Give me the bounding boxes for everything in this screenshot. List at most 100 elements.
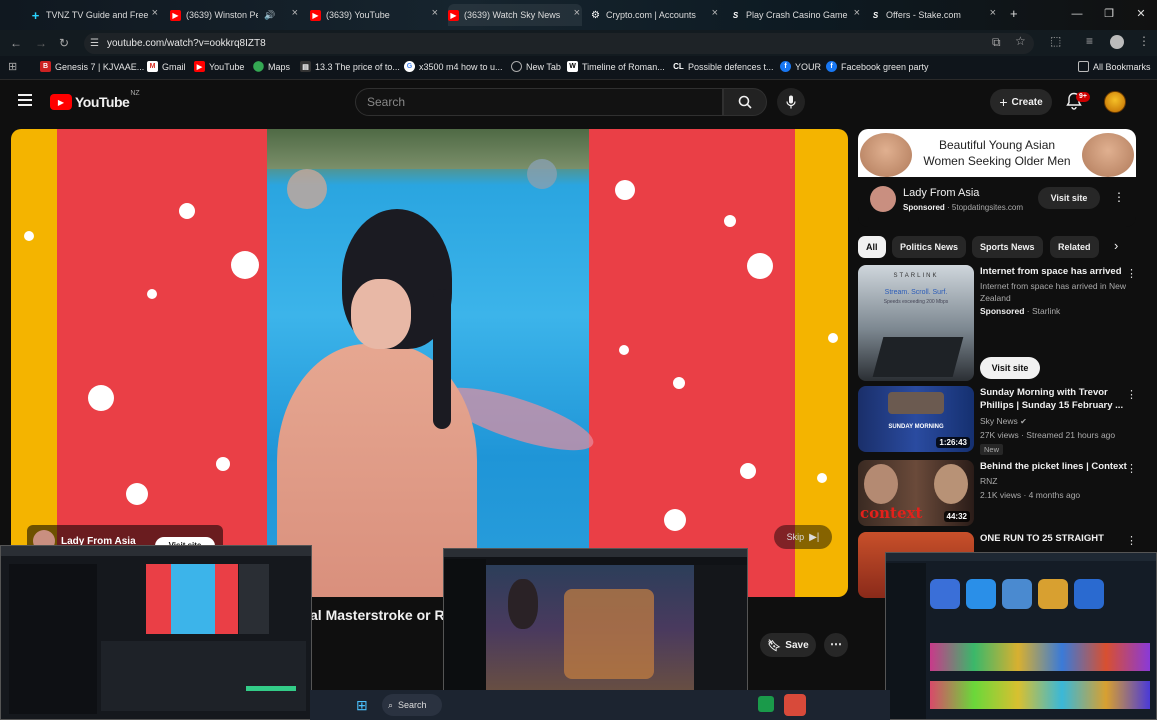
- tab-stake-offers[interactable]: S Offers - Stake.com ×: [870, 4, 998, 26]
- extensions-icon[interactable]: ⬚: [1050, 34, 1061, 48]
- bookmark-price[interactable]: ▤ 13.3 The price of to...: [300, 61, 400, 72]
- all-bookmarks[interactable]: All Bookmarks: [1078, 61, 1151, 72]
- menu-icon[interactable]: ⋮: [1138, 34, 1150, 48]
- chip-all[interactable]: All: [858, 236, 886, 258]
- speaker-icon[interactable]: 🔊: [264, 10, 275, 21]
- chip-related[interactable]: Related: [1050, 236, 1099, 258]
- bookmark-new-tab[interactable]: New Tab: [511, 61, 561, 72]
- chevron-right-icon[interactable]: ›: [1114, 238, 1118, 253]
- bookmark-your[interactable]: f YOUR: [780, 61, 821, 72]
- create-button[interactable]: + Create: [990, 89, 1052, 115]
- video-thumbnail[interactable]: SUNDAY MORNING 1:26:43: [858, 386, 974, 452]
- more-options-icon[interactable]: ⋮: [1126, 462, 1137, 475]
- bookmark-maps[interactable]: ⬤ Maps: [253, 61, 290, 72]
- bookmark-x3500[interactable]: Gx3500 m4 how to u...: [404, 61, 503, 72]
- profile-icon[interactable]: [1110, 35, 1124, 49]
- back-icon[interactable]: ←: [10, 36, 22, 50]
- bookmark-icon: B: [40, 61, 51, 72]
- forward-icon[interactable]: →: [35, 36, 47, 50]
- bookmark-gmail[interactable]: M Gmail: [147, 61, 186, 72]
- wikipedia-icon: W: [567, 61, 578, 72]
- close-tab-icon[interactable]: ×: [152, 7, 158, 19]
- minimize-icon[interactable]: —: [1061, 0, 1093, 30]
- close-tab-icon[interactable]: ×: [432, 7, 438, 19]
- stake-icon: S: [872, 10, 879, 20]
- overlay-stream-window-left: [0, 545, 312, 720]
- bookmark-timeline[interactable]: W Timeline of Roman...: [567, 61, 665, 72]
- bookmark-star-icon[interactable]: ☆: [1015, 34, 1026, 48]
- tab-crypto[interactable]: ⚙ Crypto.com | Accounts ×: [590, 4, 720, 26]
- close-tab-icon[interactable]: ×: [990, 7, 996, 19]
- video-thumbnail[interactable]: context 44:32: [858, 460, 974, 526]
- more-options-icon[interactable]: ⋮: [1126, 534, 1137, 547]
- ad-visit-site-button[interactable]: Visit site: [1038, 187, 1100, 209]
- more-options-icon[interactable]: ⋮: [1126, 388, 1137, 401]
- bookmark-facebook-green[interactable]: f Facebook green party: [826, 61, 929, 72]
- plus-icon: +: [999, 94, 1008, 110]
- taskbar-search[interactable]: ⌕ Search: [382, 694, 442, 716]
- search-input[interactable]: Search: [355, 88, 723, 116]
- tab-tvnz[interactable]: + TVNZ TV Guide and Free ×: [30, 4, 160, 26]
- ad-face-image: [1082, 133, 1134, 177]
- apps-icon[interactable]: ⊞: [8, 60, 17, 73]
- address-bar[interactable]: ☰ youtube.com/watch?v=ookkrq8IZT8: [84, 33, 1034, 54]
- bookmark-youtube[interactable]: ▶ YouTube: [194, 61, 244, 72]
- youtube-play-icon: ▶: [50, 94, 72, 110]
- youtube-icon: ▶: [448, 9, 459, 21]
- close-tab-icon[interactable]: ×: [292, 7, 298, 19]
- windows-start-icon[interactable]: ⊞: [356, 697, 368, 714]
- browser-tab-bar: + TVNZ TV Guide and Free × ▶ (3639) Wins…: [0, 0, 1157, 30]
- reload-icon[interactable]: ↻: [59, 36, 69, 50]
- tab-winston[interactable]: ▶ (3639) Winston Peters 🔊 ×: [170, 4, 300, 26]
- maximize-icon[interactable]: ❐: [1093, 0, 1125, 30]
- window-controls: — ❐ ✕: [1061, 0, 1157, 30]
- sidebar-ad-card[interactable]: Beautiful Young Asian Women Seeking Olde…: [858, 129, 1136, 227]
- hamburger-menu-icon[interactable]: [18, 94, 32, 106]
- close-tab-icon[interactable]: ×: [712, 7, 718, 19]
- more-options-icon[interactable]: ⋮: [1126, 267, 1137, 280]
- close-tab-icon[interactable]: ×: [574, 7, 580, 19]
- notification-badge: 9+: [1076, 92, 1090, 102]
- google-icon: G: [404, 61, 415, 72]
- gear-icon: ⚙: [591, 9, 600, 21]
- more-actions-button[interactable]: ⋯: [824, 633, 848, 657]
- skip-ad-button[interactable]: Skip ▶|: [774, 525, 832, 549]
- bookmark-icon: 🔖︎: [767, 639, 782, 652]
- page-icon: ▤: [300, 61, 311, 72]
- maps-icon: ⬤: [252, 61, 265, 72]
- youtube-logo[interactable]: ▶ YouTube NZ: [50, 90, 140, 110]
- taskbar-app-icon[interactable]: [758, 696, 774, 712]
- search-button[interactable]: [723, 88, 767, 116]
- ad-red-panel-right: [587, 129, 795, 597]
- account-avatar[interactable]: [1104, 91, 1126, 113]
- video-thumbnail[interactable]: STARLINK Stream. Scroll. Surf. Speeds ex…: [858, 265, 974, 381]
- url-text: youtube.com/watch?v=ookkrq8IZT8: [106, 38, 266, 49]
- chip-politics-news[interactable]: Politics News: [892, 236, 967, 258]
- tab-search-icon[interactable]: ≡: [1086, 34, 1093, 48]
- close-window-icon[interactable]: ✕: [1125, 0, 1157, 30]
- more-options-icon[interactable]: ⋮: [1113, 190, 1125, 204]
- voice-search-button[interactable]: [777, 88, 805, 116]
- bookmarks-bar: ⊞ B Genesis 7 | KJVAAE... M Gmail ▶ YouTube…: [0, 56, 1157, 80]
- bookmark-genesis[interactable]: B Genesis 7 | KJVAAE...: [40, 61, 144, 72]
- visit-site-button[interactable]: Visit site: [980, 357, 1040, 379]
- chip-sports-news[interactable]: Sports News: [972, 236, 1043, 258]
- globe-icon: [511, 61, 522, 72]
- tab-youtube[interactable]: ▶ (3639) YouTube ×: [310, 4, 440, 26]
- list-item[interactable]: context 44:32 Behind the picket lines | …: [858, 460, 1148, 526]
- save-button[interactable]: 🔖︎ Save: [760, 633, 816, 657]
- cast-icon[interactable]: ⧉: [992, 35, 1001, 50]
- tab-sky-news[interactable]: ▶ (3639) Watch Sky News ×: [448, 4, 582, 26]
- new-tab-button[interactable]: +: [1010, 6, 1018, 21]
- taskbar-app-icon[interactable]: [784, 694, 806, 716]
- tvnz-icon: +: [31, 7, 40, 23]
- close-tab-icon[interactable]: ×: [854, 7, 860, 19]
- list-item[interactable]: SUNDAY MORNING 1:26:43 Sunday Morning wi…: [858, 386, 1148, 455]
- site-info-icon[interactable]: ☰: [90, 38, 99, 49]
- bookmark-defences[interactable]: CL Possible defences t...: [673, 61, 773, 72]
- address-row: ← → ↻ ☰ youtube.com/watch?v=ookkrq8IZT8 …: [0, 30, 1157, 56]
- ad-banner[interactable]: Beautiful Young Asian Women Seeking Olde…: [858, 129, 1136, 177]
- video-player[interactable]: Lady From Asia Visit site Skip ▶|: [11, 129, 848, 597]
- list-item[interactable]: STARLINK Stream. Scroll. Surf. Speeds ex…: [858, 265, 1148, 381]
- tab-crash-casino[interactable]: S Play Crash Casino Game ×: [730, 4, 862, 26]
